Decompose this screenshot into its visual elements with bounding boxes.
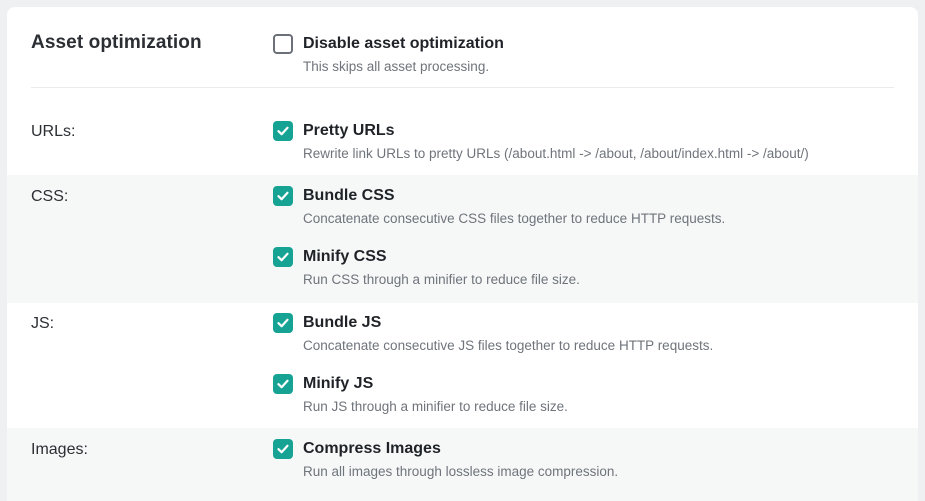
option-description: Run all images through lossless image co… (303, 464, 619, 479)
checkmark-icon (277, 444, 289, 454)
group-label-images: Images: (31, 441, 88, 458)
option-description: Concatenate consecutive JS files togethe… (303, 338, 714, 353)
option-description: Run JS through a minifier to reduce file… (303, 399, 568, 414)
bundle-css-checkbox[interactable] (273, 186, 293, 206)
checkmark-icon (277, 252, 289, 262)
minify-js-checkbox[interactable] (273, 374, 293, 394)
settings-panel: Asset optimization Disable asset optimiz… (7, 7, 918, 501)
bundle-js-checkbox[interactable] (273, 313, 293, 333)
option-label: Bundle CSS (303, 187, 395, 204)
option-description: This skips all asset processing. (303, 59, 490, 74)
option-description: Run CSS through a minifier to reduce fil… (303, 272, 580, 287)
group-row-images: Images: Compress Images Run all images t… (7, 428, 918, 501)
option-description: Rewrite link URLs to pretty URLs (/about… (303, 146, 809, 161)
option-label: Disable asset optimization (303, 35, 504, 52)
divider (31, 87, 894, 88)
group-label-js: JS: (31, 315, 55, 332)
section-header: Asset optimization Disable asset optimiz… (7, 7, 918, 87)
section-title: Asset optimization (31, 32, 202, 53)
compress-images-checkbox[interactable] (273, 439, 293, 459)
pretty-urls-checkbox[interactable] (273, 121, 293, 141)
group-row-js: JS: Bundle JS Concatenate consecutive JS… (7, 303, 918, 428)
disable-asset-optimization-checkbox[interactable] (273, 34, 293, 54)
minify-css-checkbox[interactable] (273, 247, 293, 267)
checkmark-icon (277, 318, 289, 328)
checkmark-icon (277, 126, 289, 136)
option-description: Concatenate consecutive CSS files togeth… (303, 211, 726, 226)
option-label: Pretty URLs (303, 122, 395, 139)
group-row-urls: URLs: Pretty URLs Rewrite link URLs to p… (7, 112, 918, 175)
checkmark-icon (277, 379, 289, 389)
option-label: Compress Images (303, 440, 441, 457)
option-label: Bundle JS (303, 314, 382, 331)
option-label: Minify CSS (303, 248, 387, 265)
checkmark-icon (277, 191, 289, 201)
group-label-urls: URLs: (31, 123, 76, 140)
option-label: Minify JS (303, 375, 374, 392)
group-label-css: CSS: (31, 188, 69, 205)
group-row-css: CSS: Bundle CSS Concatenate consecutive … (7, 175, 918, 303)
